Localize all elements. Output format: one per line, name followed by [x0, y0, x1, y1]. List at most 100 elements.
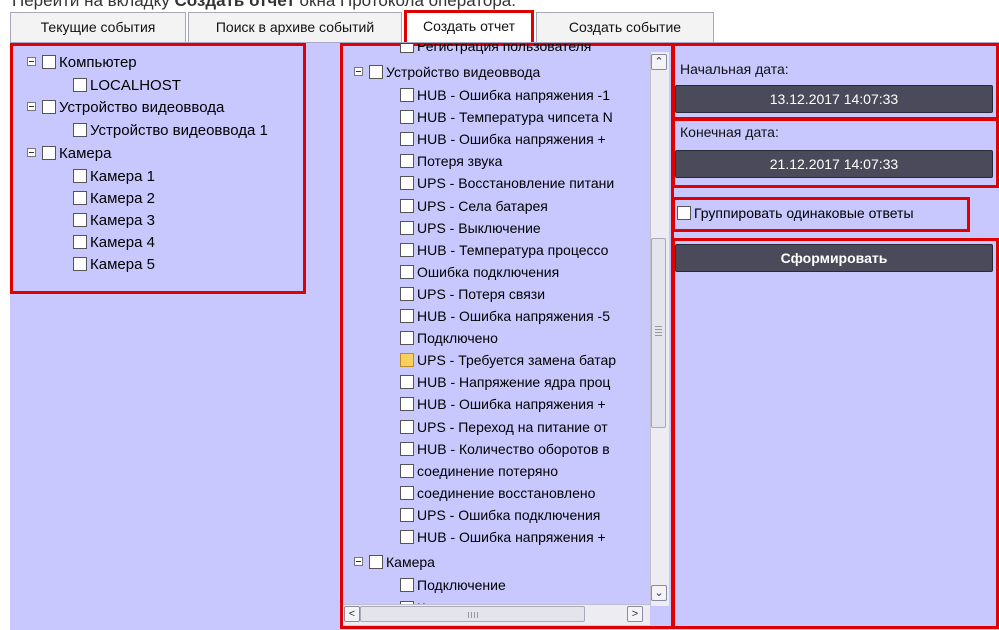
collapse-icon[interactable]	[354, 67, 363, 76]
event-item[interactable]: HUB - Ошибка напряжения -1	[400, 84, 610, 106]
tab-create-report[interactable]: Создать отчет	[404, 10, 534, 42]
event-label: соединение потеряно	[417, 462, 558, 479]
checkbox[interactable]	[400, 530, 414, 544]
event-item[interactable]: соединение восстановлено	[400, 482, 595, 504]
event-item[interactable]: HUB - Ошибка напряжения +	[400, 128, 606, 150]
event-item[interactable]: UPS - Выключение	[400, 217, 541, 239]
checkbox[interactable]	[400, 485, 414, 500]
event-item[interactable]: HUB - Ошибка напряжения +	[400, 526, 606, 548]
checkbox[interactable]	[400, 110, 414, 125]
event-item[interactable]: HUB - Напряжение ядра проц	[400, 371, 610, 393]
checkbox[interactable]	[73, 213, 87, 227]
event-label: UPS - Села батарея	[417, 197, 548, 214]
tree-node-camera-1[interactable]: Камера 1	[73, 166, 155, 188]
checkbox[interactable]	[42, 100, 56, 114]
tree-node-camera-3[interactable]: Камера 3	[73, 210, 155, 232]
checkbox[interactable]	[400, 309, 414, 323]
checkbox[interactable]	[400, 441, 414, 456]
event-label: Подключение	[417, 577, 506, 593]
event-item[interactable]: Ошибка подключения	[400, 261, 559, 283]
checkbox[interactable]	[73, 235, 87, 249]
scroll-down-icon[interactable]: ⌄	[651, 585, 667, 601]
tree-node-camera-5[interactable]: Камера 5	[73, 254, 155, 276]
event-item[interactable]: HUB - Ошибка напряжения -5	[400, 305, 610, 327]
event-camera-connect[interactable]: Подключение	[400, 574, 506, 596]
event-label: UPS - Переход на питание от	[417, 418, 608, 435]
checkbox[interactable]	[400, 397, 414, 412]
tab-strip: Текущие события Поиск в архиве событий С…	[10, 10, 999, 42]
start-date-field[interactable]: 13.12.2017 14:07:33	[675, 85, 993, 113]
checkbox[interactable]	[73, 191, 87, 205]
generate-button[interactable]: Сформировать	[675, 244, 993, 272]
tree-node-camera-4[interactable]: Камера 4	[73, 232, 155, 254]
checkbox[interactable]	[400, 578, 414, 592]
checkbox[interactable]	[400, 132, 414, 147]
checkbox[interactable]	[400, 154, 414, 169]
event-item[interactable]: UPS - Ошибка подключения	[400, 504, 600, 526]
collapse-icon[interactable]	[27, 148, 36, 157]
event-item[interactable]: UPS - Восстановление питани	[400, 172, 614, 194]
event-item[interactable]: HUB - Температура чипсета N	[400, 106, 613, 128]
checkbox[interactable]	[400, 375, 414, 390]
scroll-right-icon[interactable]: >	[627, 606, 643, 622]
checkbox[interactable]	[73, 78, 87, 92]
checkbox[interactable]	[400, 507, 414, 522]
event-item[interactable]: соединение потеряно	[400, 460, 558, 482]
checkbox[interactable]	[369, 555, 383, 569]
event-group-video-input[interactable]: Устройство видеоввода	[354, 61, 540, 83]
tree-node-video-input[interactable]: Устройство видеоввода	[27, 97, 224, 119]
tab-create-event[interactable]: Создать событие	[536, 12, 714, 42]
collapse-icon[interactable]	[354, 557, 363, 566]
checkbox[interactable]	[400, 220, 414, 235]
collapse-icon[interactable]	[27, 102, 36, 111]
checkbox[interactable]	[400, 331, 414, 346]
event-item[interactable]: UPS - Села батарея	[400, 195, 548, 217]
event-group-camera[interactable]: Камера	[354, 551, 435, 573]
event-item[interactable]: UPS - Потеря связи	[400, 283, 545, 305]
end-date-field[interactable]: 21.12.2017 14:07:33	[675, 150, 993, 178]
checkbox[interactable]	[369, 65, 383, 79]
scroll-left-icon[interactable]: <	[344, 606, 360, 622]
event-label: UPS - Ошибка подключения	[417, 506, 601, 523]
event-item-partial[interactable]: Регистрация пользователя	[400, 44, 591, 57]
tab-current-events[interactable]: Текущие события	[10, 12, 186, 42]
checkbox[interactable]	[400, 88, 414, 102]
scroll-up-icon[interactable]: ⌃	[651, 54, 667, 70]
tree-node-localhost[interactable]: LOCALHOST	[73, 75, 181, 97]
group-identical-checkbox[interactable]: Группировать одинаковые ответы	[677, 202, 914, 224]
collapse-icon[interactable]	[27, 57, 36, 66]
event-label: HUB - Ошибка напряжения +	[417, 529, 606, 545]
event-label: HUB - Температура процессо	[417, 241, 609, 258]
checkbox[interactable]	[400, 419, 414, 434]
tree-node-computer[interactable]: Компьютер	[27, 52, 137, 74]
event-item[interactable]: UPS - Переход на питание от	[400, 416, 608, 438]
event-item[interactable]: HUB - Количество оборотов в	[400, 438, 610, 460]
node-label: Камера 1	[90, 168, 155, 185]
event-label: соединение восстановлено	[417, 484, 596, 501]
event-item[interactable]: Потеря звука	[400, 150, 502, 172]
event-label: UPS - Выключение	[417, 219, 541, 236]
checkbox[interactable]	[400, 463, 414, 478]
node-label: LOCALHOST	[90, 77, 181, 94]
checkbox[interactable]	[400, 286, 414, 301]
checkbox[interactable]	[42, 55, 56, 69]
checkbox[interactable]	[400, 44, 414, 53]
tab-archive-search[interactable]: Поиск в архиве событий	[188, 12, 402, 42]
checkbox[interactable]	[400, 353, 414, 368]
checkbox[interactable]	[73, 257, 87, 271]
tree-node-camera-2[interactable]: Камера 2	[73, 188, 155, 210]
checkbox[interactable]	[677, 206, 691, 220]
checkbox[interactable]	[42, 146, 56, 160]
event-item[interactable]: HUB - Температура процессо	[400, 239, 608, 261]
checkbox[interactable]	[400, 264, 414, 279]
checkbox[interactable]	[400, 176, 414, 191]
tree-node-camera[interactable]: Камера	[27, 143, 111, 165]
checkbox[interactable]	[400, 242, 414, 257]
checkbox[interactable]	[400, 198, 414, 213]
event-item[interactable]: Подключено	[400, 327, 498, 349]
event-item[interactable]: UPS - Требуется замена батар	[400, 349, 616, 371]
tree-node-video-input-1[interactable]: Устройство видеоввода 1	[73, 120, 268, 142]
checkbox[interactable]	[73, 169, 87, 183]
event-item[interactable]: HUB - Ошибка напряжения +	[400, 393, 606, 415]
checkbox[interactable]	[73, 123, 87, 137]
